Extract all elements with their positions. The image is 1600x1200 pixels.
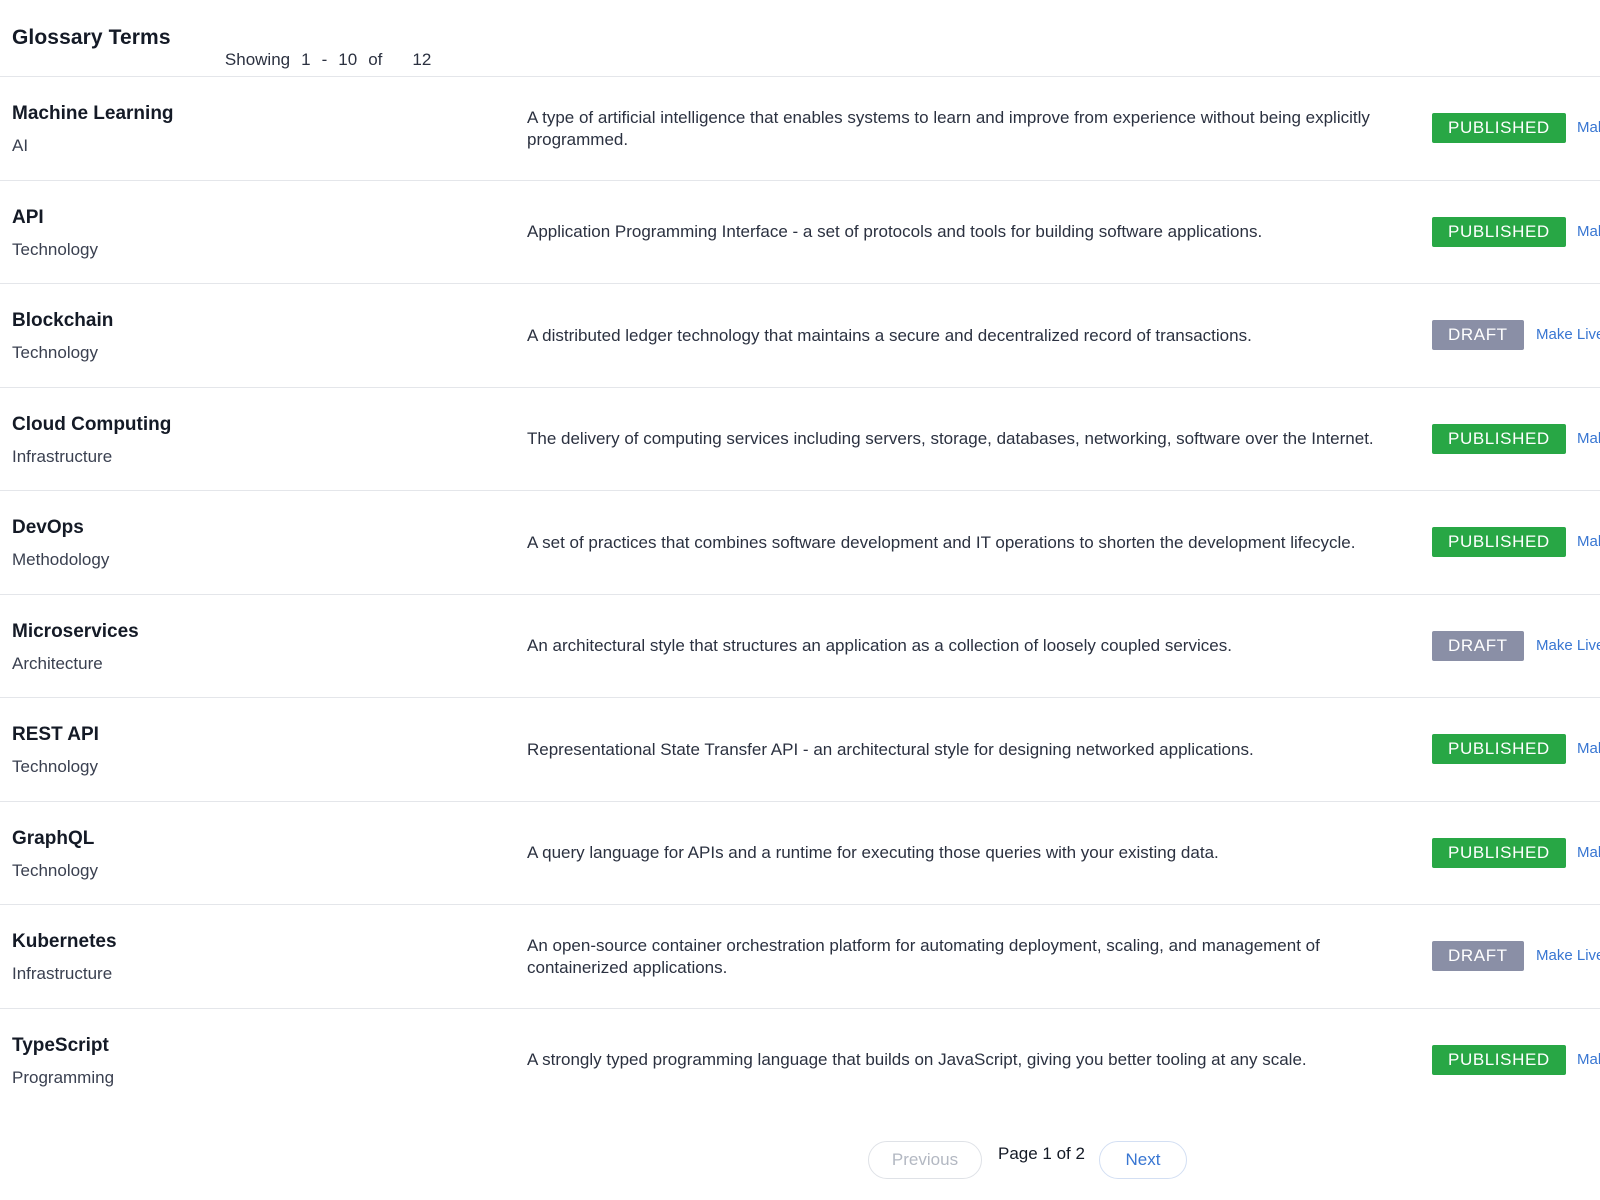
term-description: A set of practices that combines softwar… <box>527 532 1356 552</box>
status-badge: PUBLISHED <box>1432 113 1566 143</box>
make-live-link[interactable]: Make Live <box>1536 947 1600 964</box>
make-live-link[interactable]: Mak <box>1577 533 1600 550</box>
term-description: The delivery of computing services inclu… <box>527 429 1374 448</box>
total-count: 12 <box>412 50 432 69</box>
term-row: Cloud Computing Infrastructure The deliv… <box>0 388 1600 491</box>
page-indicator: Page 1 of 2 <box>998 1144 1085 1163</box>
term-category: AI <box>12 136 29 155</box>
term-name: TypeScript <box>12 1034 109 1056</box>
range-separator: - <box>321 50 328 69</box>
term-row: GraphQL Technology A query language for … <box>0 802 1600 905</box>
term-category: Architecture <box>12 653 103 673</box>
term-category: Technology <box>12 860 99 880</box>
status-badge: PUBLISHED <box>1432 527 1566 557</box>
term-category: Technology <box>12 239 99 259</box>
status-badge: PUBLISHED <box>1432 1044 1566 1075</box>
make-live-link[interactable]: Mak <box>1577 119 1600 136</box>
term-row: API Technology Application Programming I… <box>0 181 1600 284</box>
term-category: Infrastructure <box>12 964 113 983</box>
status-badge: PUBLISHED <box>1432 216 1566 247</box>
term-description: An architectural style that structures a… <box>527 636 1232 655</box>
term-row: Machine Learning AI A type of artificial… <box>0 77 1600 181</box>
status-badge: DRAFT <box>1432 941 1524 971</box>
term-description: A distributed ledger technology that mai… <box>527 325 1252 345</box>
term-description: A type of artificial intelligence that e… <box>527 107 1370 149</box>
term-category: Technology <box>12 343 99 362</box>
make-live-link[interactable]: Mak <box>1577 1051 1600 1068</box>
make-live-link[interactable]: Mak <box>1577 844 1600 861</box>
term-description: A query language for APIs and a runtime … <box>527 843 1219 862</box>
status-badge: PUBLISHED <box>1432 734 1566 764</box>
term-description: An open-source container orchestration p… <box>527 935 1320 977</box>
make-live-link[interactable]: Mak <box>1577 740 1600 757</box>
term-row: DevOps Methodology A set of practices th… <box>0 491 1600 595</box>
term-name: Kubernetes <box>12 931 117 952</box>
term-row: Microservices Architecture An architectu… <box>0 595 1600 698</box>
term-category: Technology <box>12 757 99 776</box>
term-category: Methodology <box>12 550 110 569</box>
range-start: 1 <box>301 50 311 69</box>
term-description: A strongly typed programming language th… <box>527 1050 1307 1069</box>
term-description: Representational State Transfer API - an… <box>527 739 1254 759</box>
term-description: Application Programming Interface - a se… <box>527 222 1263 241</box>
of-label: of <box>368 50 383 69</box>
term-name: REST API <box>12 724 99 745</box>
term-name: Microservices <box>12 620 139 642</box>
glossary-term-list: Machine Learning AI A type of artificial… <box>0 77 1600 1112</box>
term-row: Blockchain Technology A distributed ledg… <box>0 284 1600 388</box>
status-badge: DRAFT <box>1432 320 1524 350</box>
term-name: GraphQL <box>12 827 95 849</box>
term-name: Machine Learning <box>12 103 174 124</box>
term-category: Programming <box>12 1067 115 1087</box>
page-header: Glossary Terms Showing 1-10 of 12 <box>0 0 1600 77</box>
term-name: Cloud Computing <box>12 413 172 435</box>
previous-page-button[interactable]: Previous <box>868 1141 982 1179</box>
term-row: Kubernetes Infrastructure An open-source… <box>0 905 1600 1009</box>
term-name: API <box>12 206 44 228</box>
status-badge: PUBLISHED <box>1432 423 1566 454</box>
status-badge: DRAFT <box>1432 630 1524 661</box>
make-live-link[interactable]: Make Live <box>1536 326 1600 343</box>
make-live-link[interactable]: Mak <box>1577 430 1600 447</box>
page-title: Glossary Terms <box>12 26 171 49</box>
term-category: Infrastructure <box>12 446 113 466</box>
term-name: DevOps <box>12 517 84 538</box>
term-name: Blockchain <box>12 310 114 331</box>
next-page-button[interactable]: Next <box>1099 1141 1187 1179</box>
status-badge: PUBLISHED <box>1432 837 1566 868</box>
range-end: 10 <box>338 50 358 69</box>
term-row: REST API Technology Representational Sta… <box>0 698 1600 802</box>
showing-label: Showing <box>224 50 291 69</box>
make-live-link[interactable]: Make Live <box>1536 637 1600 654</box>
term-row: TypeScript Programming A strongly typed … <box>0 1009 1600 1113</box>
make-live-link[interactable]: Mak <box>1577 223 1600 240</box>
